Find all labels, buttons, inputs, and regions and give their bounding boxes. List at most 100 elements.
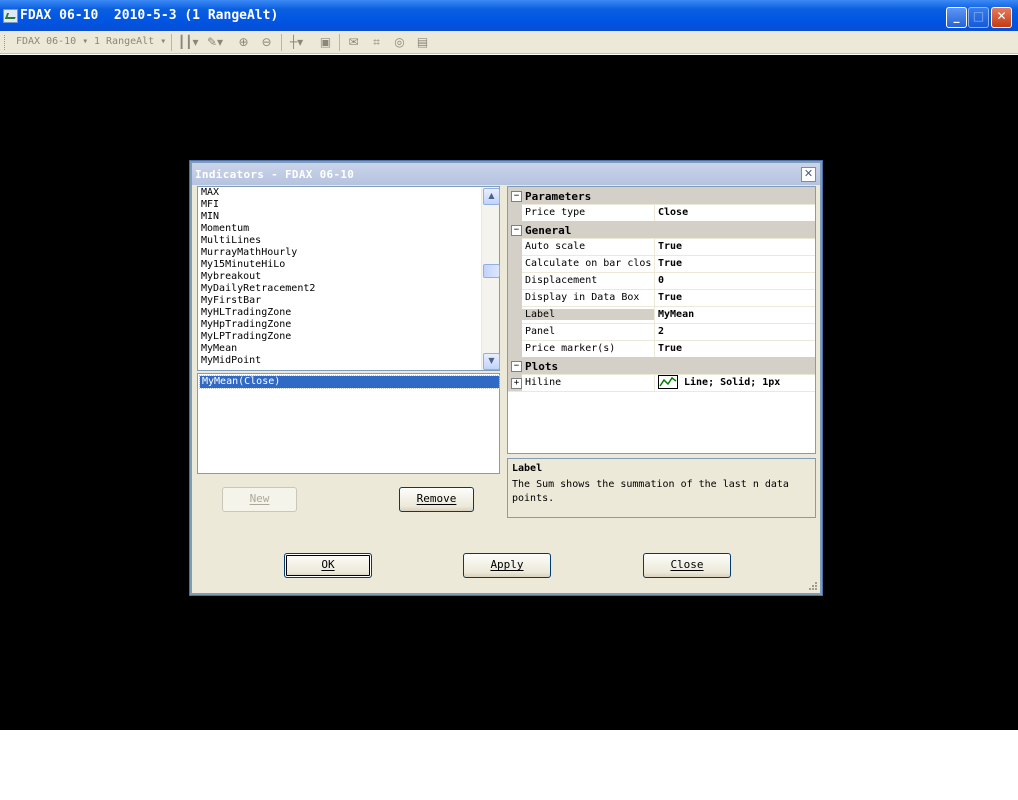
resize-grip-icon[interactable] [808, 581, 818, 591]
category-label: General [525, 224, 572, 237]
property-value[interactable]: Line; Solid; 1px [654, 374, 819, 391]
properties-icon[interactable]: ◎ [392, 35, 407, 50]
list-item[interactable]: MAX [198, 187, 499, 199]
chat-icon[interactable]: ✉ [346, 35, 361, 50]
instrument-selector[interactable]: FDAX 06-10 ▾ [16, 36, 88, 47]
window-title: FDAX 06-10 2010-5-3 (1 RangeAlt) [20, 8, 279, 23]
applied-indicator-list[interactable]: MyMean(Close) [197, 373, 500, 474]
chart-toolbar: FDAX 06-10 ▾ 1 RangeAlt ▾ ┃┃▾ ✎▾ ⊕ ⊖ ┼▾ … [0, 31, 1018, 54]
close-button[interactable]: Close [643, 553, 731, 578]
property-grid[interactable]: − Parameters Price type Close − General … [507, 186, 816, 454]
property-name: Price type [525, 207, 586, 218]
property-row-label[interactable]: Label MyMean [508, 306, 815, 324]
period-selector[interactable]: 1 RangeAlt ▾ [94, 36, 166, 47]
list-item[interactable]: MFI [198, 199, 499, 211]
app-chart-icon [3, 9, 18, 23]
category-plots[interactable]: − Plots [508, 357, 815, 375]
toolbar-grip[interactable] [4, 35, 8, 50]
list-item[interactable]: MyMidPoint [198, 355, 499, 367]
row-margin [508, 289, 522, 306]
category-label: Plots [525, 360, 559, 373]
list-item[interactable]: MyDailyRetracement2 [198, 283, 499, 295]
list-item[interactable]: MurrayMathHourly [198, 247, 499, 259]
collapse-icon[interactable]: − [511, 191, 522, 202]
property-row-hiline[interactable]: + Hiline Line; Solid; 1px [508, 374, 815, 392]
dialog-close-icon[interactable]: ✕ [801, 167, 816, 182]
window-title-bar: FDAX 06-10 2010-5-3 (1 RangeAlt) _ □ ✕ [0, 0, 1018, 31]
property-row-price-type[interactable]: Price type Close [508, 204, 815, 222]
property-name: Label [522, 309, 654, 320]
property-value[interactable]: True [654, 340, 819, 357]
description-title: Label [512, 463, 543, 474]
category-parameters[interactable]: − Parameters [508, 187, 815, 205]
maximize-button[interactable]: □ [968, 7, 989, 28]
list-item[interactable]: MyHLTradingZone [198, 307, 499, 319]
scroll-up-icon[interactable]: ▲ [483, 188, 500, 205]
property-description-panel: Label The Sum shows the summation of the… [507, 458, 816, 518]
dialog-title: Indicators - FDAX 06-10 [195, 168, 355, 181]
row-margin [508, 323, 522, 340]
ok-button[interactable]: OK [284, 553, 372, 578]
zoom-in-icon[interactable]: ⊕ [236, 35, 251, 50]
row-margin [508, 255, 522, 272]
scroll-thumb[interactable] [483, 264, 500, 278]
row-margin [508, 204, 522, 221]
list-item[interactable]: My15MinuteHiLo [198, 259, 499, 271]
property-row-calculate-on-bar-close[interactable]: Calculate on bar close True [508, 255, 815, 273]
property-row-display-in-data-box[interactable]: Display in Data Box True [508, 289, 815, 307]
property-value[interactable]: True [654, 289, 819, 306]
draw-pen-icon[interactable]: ✎▾ [207, 35, 223, 50]
scroll-down-icon[interactable]: ▼ [483, 353, 500, 370]
data-box-icon[interactable]: ▣ [318, 35, 333, 50]
close-window-button[interactable]: ✕ [991, 7, 1012, 28]
remove-button[interactable]: Remove [399, 487, 474, 512]
list-item[interactable]: Momentum [198, 223, 499, 235]
dialog-title-bar[interactable]: Indicators - FDAX 06-10 ✕ [192, 163, 820, 185]
plot-style-value: Line; Solid; 1px [684, 377, 781, 388]
property-value[interactable]: 0 [654, 272, 819, 289]
list-item[interactable]: MultiLines [198, 235, 499, 247]
list-item[interactable]: Mybreakout [198, 271, 499, 283]
list-item[interactable]: MyFirstBar [198, 295, 499, 307]
description-text: The Sum shows the summation of the last … [512, 479, 789, 504]
applied-item-selected[interactable]: MyMean(Close) [199, 375, 500, 389]
row-margin [508, 272, 522, 289]
collapse-icon[interactable]: − [511, 361, 522, 372]
zoom-out-icon[interactable]: ⊖ [259, 35, 274, 50]
new-button[interactable]: New [222, 487, 297, 512]
list-item[interactable]: MyLPTradingZone [198, 331, 499, 343]
property-value[interactable]: Close [654, 204, 819, 221]
apply-button[interactable]: Apply [463, 553, 551, 578]
indicators-dialog: Indicators - FDAX 06-10 ✕ MAX MFI MIN Mo… [190, 161, 822, 595]
toolbar-separator [281, 34, 282, 51]
property-name: Price marker(s) [525, 343, 616, 354]
list-item[interactable]: MyMean [198, 343, 499, 355]
minimize-button[interactable]: _ [946, 7, 967, 28]
property-name: Auto scale [525, 241, 586, 252]
bar-style-icon[interactable]: ┃┃▾ [178, 35, 198, 50]
property-name: Panel [525, 326, 556, 337]
property-row-displacement[interactable]: Displacement 0 [508, 272, 815, 290]
crosshair-icon[interactable]: ┼▾ [289, 35, 304, 50]
property-value[interactable]: MyMean [654, 306, 819, 323]
property-row-panel[interactable]: Panel 2 [508, 323, 815, 341]
expand-icon[interactable]: + [511, 378, 522, 389]
property-row-auto-scale[interactable]: Auto scale True [508, 238, 815, 256]
property-row-price-markers[interactable]: Price marker(s) True [508, 340, 815, 358]
category-general[interactable]: − General [508, 221, 815, 239]
list-item[interactable]: MyHpTradingZone [198, 319, 499, 331]
collapse-icon[interactable]: − [511, 225, 522, 236]
indicator-list-scrollbar[interactable]: ▲ ▼ [481, 187, 500, 370]
property-name: Hiline [525, 377, 562, 388]
strategies-icon[interactable]: ⌗ [369, 35, 384, 50]
property-value[interactable]: 2 [654, 323, 819, 340]
grid-icon[interactable]: ▤ [415, 35, 430, 50]
property-name: Calculate on bar close [525, 258, 652, 269]
property-value[interactable]: True [654, 238, 819, 255]
row-margin [508, 238, 522, 255]
property-value[interactable]: True [654, 255, 819, 272]
toolbar-separator [171, 34, 172, 51]
row-margin [508, 306, 522, 323]
list-item[interactable]: MIN [198, 211, 499, 223]
indicator-list[interactable]: MAX MFI MIN Momentum MultiLines MurrayMa… [197, 186, 500, 371]
